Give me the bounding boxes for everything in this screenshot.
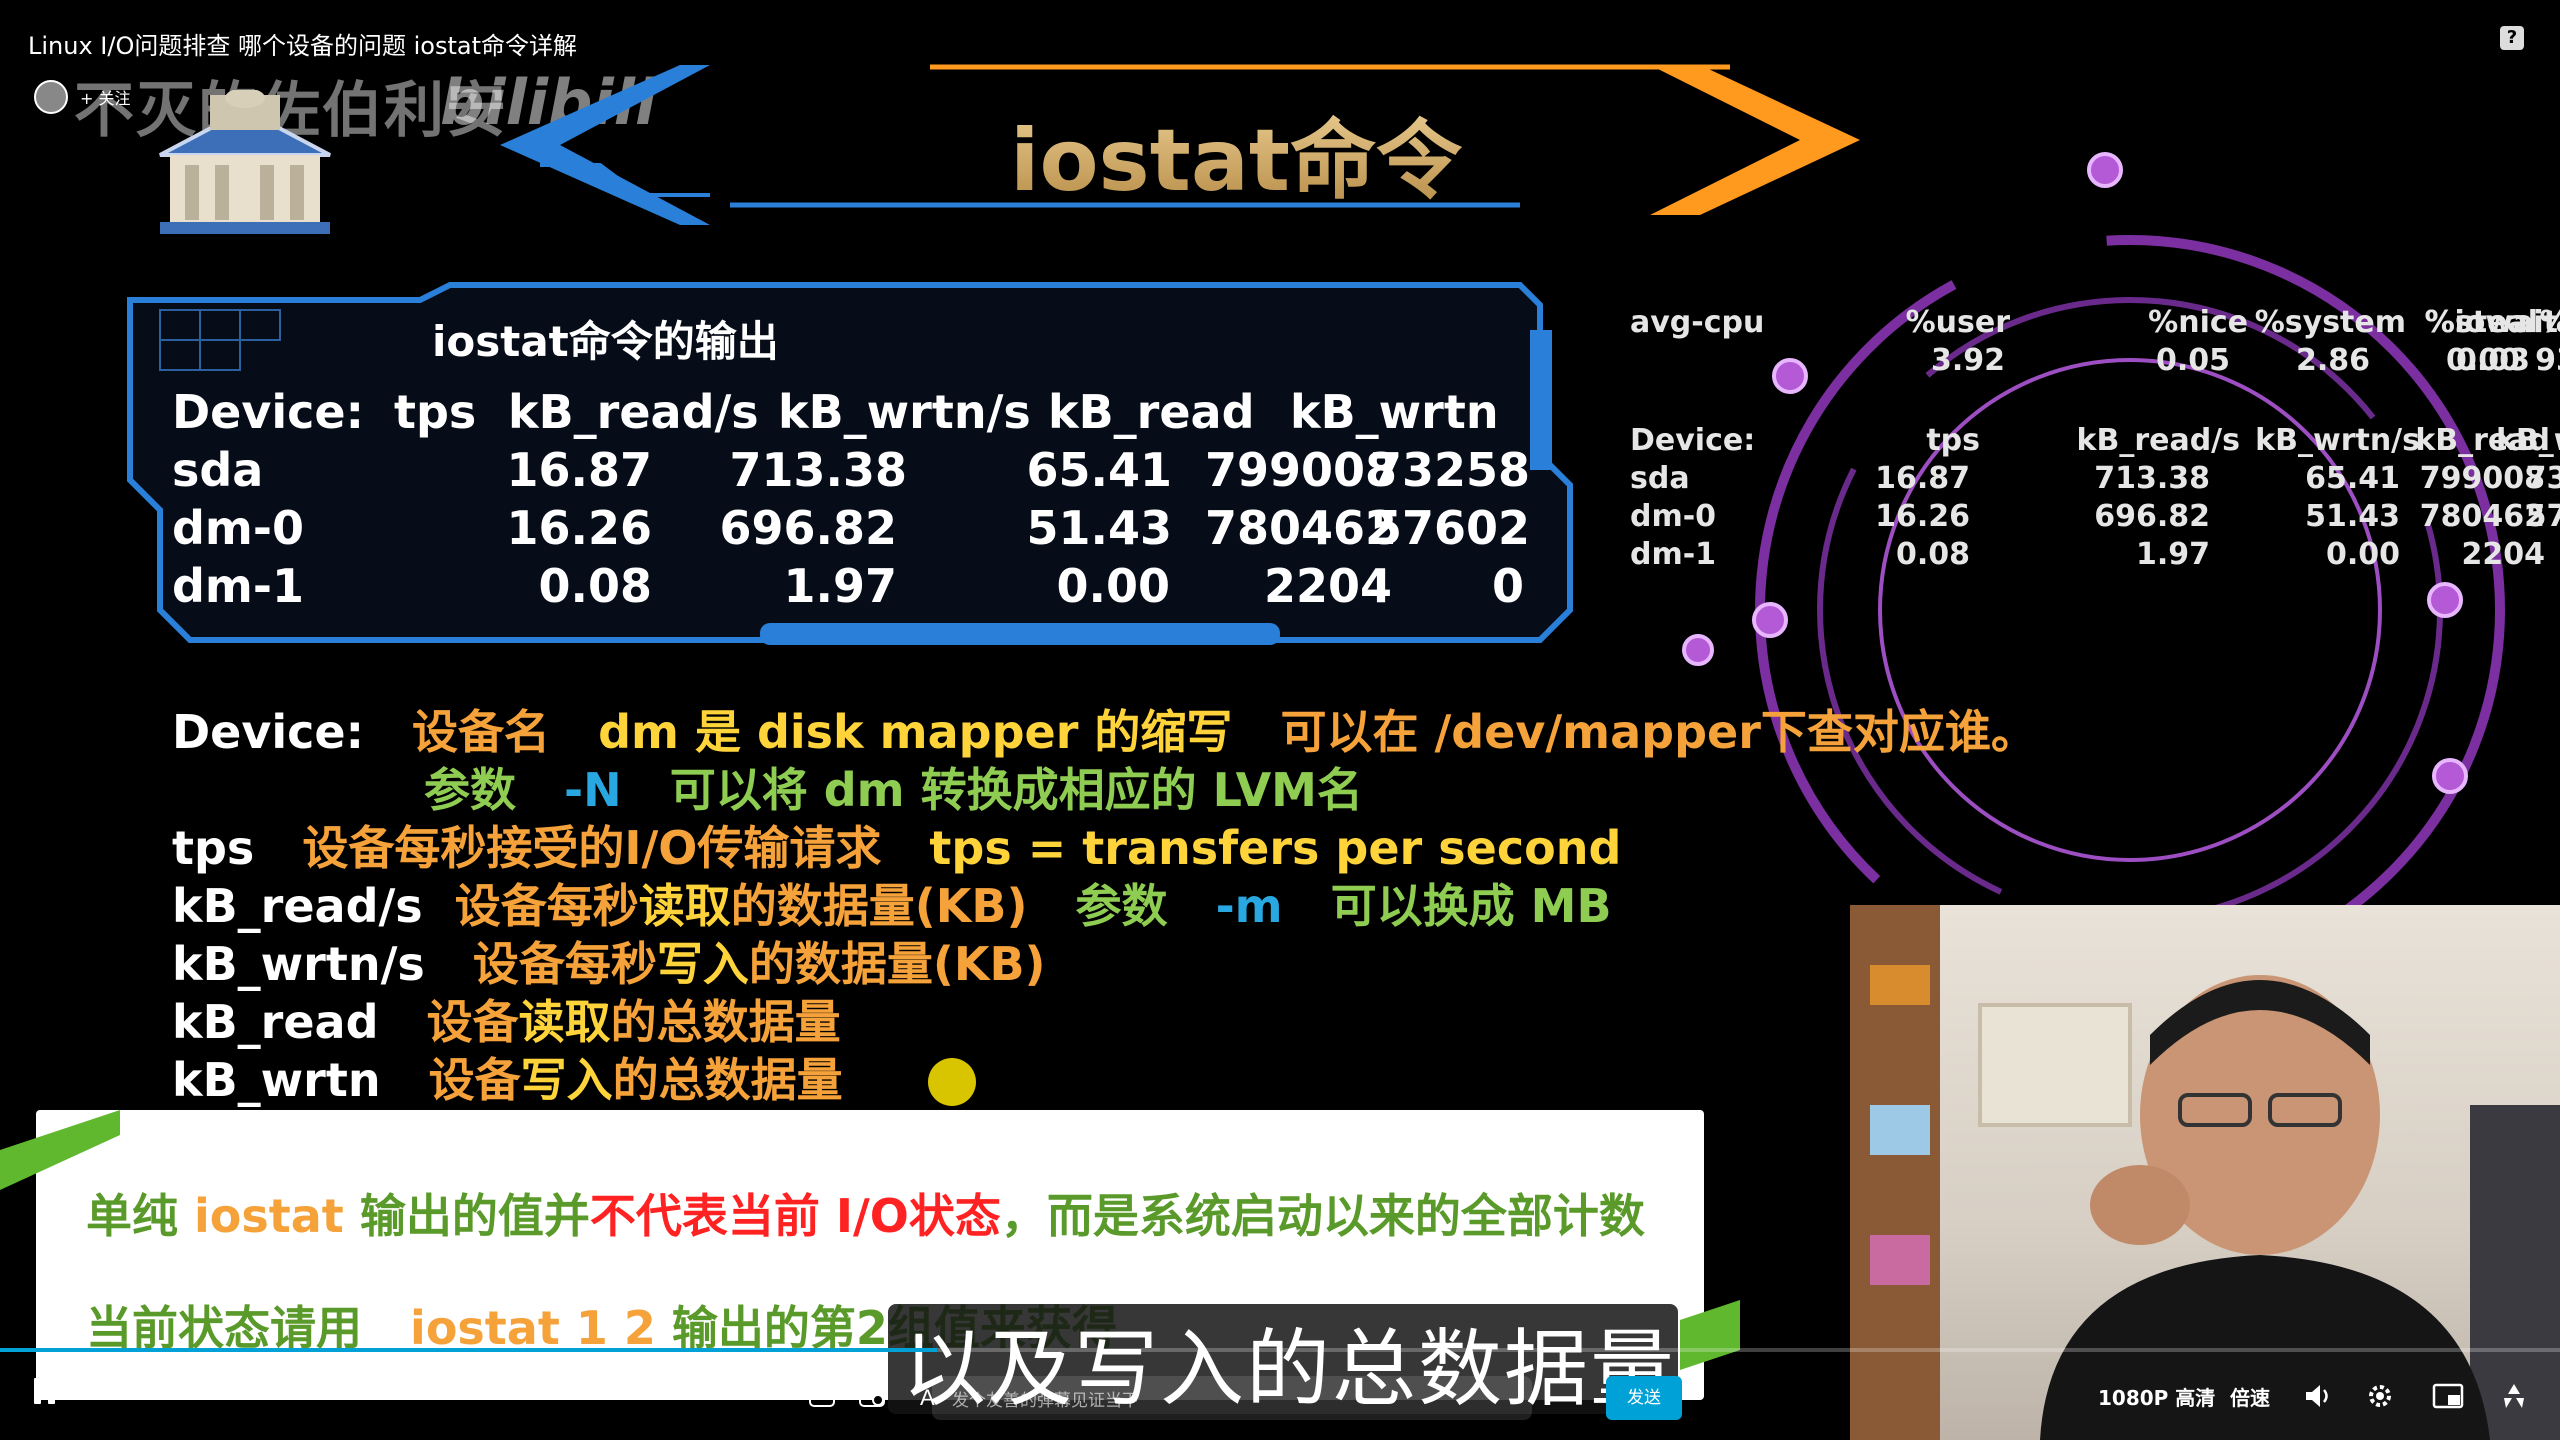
explanation-read: kB_read 设备读取的总数据量 xyxy=(172,986,841,1052)
speed-button[interactable]: 倍速 xyxy=(2230,1382,2270,1411)
dev-cell: dm-0 xyxy=(1630,499,1717,534)
term-label: kB_read xyxy=(172,995,379,1049)
table-cell: 73258 xyxy=(1369,443,1530,497)
table-subtitle: iostat命令的输出 xyxy=(432,317,779,366)
note-line-1: 单纯 iostat 输出的值并不代表当前 I/O状态，而是系统启动以来的全部计数 xyxy=(86,1180,1645,1246)
table-header-cell: kB_wrtn/s xyxy=(778,385,1031,439)
danmaku-settings-icon[interactable] xyxy=(858,1382,886,1410)
term-desc: 设备每秒接受的I/O传输请求 xyxy=(302,821,882,875)
follow-button[interactable]: + 关注 xyxy=(80,85,131,109)
term-desc: 设备名 xyxy=(412,705,551,759)
term-desc: 设备每秒 xyxy=(472,937,657,991)
explanation-readps: kB_read/s 设备每秒读取的数据量(KB) 参数 -m 可以换成 MB xyxy=(172,870,1612,936)
cpu-header-cell: %idle xyxy=(2430,305,2560,340)
term-desc: 设备 xyxy=(428,1053,521,1107)
progress-fill xyxy=(0,1348,937,1352)
term-desc: 的数据量(KB) xyxy=(748,937,1046,991)
explanation-tps: tps 设备每秒接受的I/O传输请求 tps = transfers per s… xyxy=(172,812,1621,878)
term-desc: 的总数据量 xyxy=(612,1053,843,1107)
term-label: kB_wrtn/s xyxy=(172,937,425,991)
term-label: Device: xyxy=(172,705,364,759)
dev-header-cell: kB_wrtn xyxy=(2495,423,2560,458)
iostat-output-table: Device: tps kB_read/s kB_wrtn/s kB_read … xyxy=(172,385,1530,615)
param-desc: 可以将 dm 转换成相应的 LVM名 xyxy=(669,763,1363,817)
param-label: 参数 xyxy=(424,763,516,817)
term-desc: 的总数据量 xyxy=(610,995,841,1049)
dev-cell: 57602 xyxy=(2525,499,2560,534)
table-header-cell: Device: xyxy=(172,385,364,439)
term-label: kB_wrtn xyxy=(172,1053,381,1107)
dev-header-cell: Device: xyxy=(1630,423,1756,458)
explanation-param: 参数 -N 可以将 dm 转换成相应的 LVM名 xyxy=(424,754,1363,820)
table-cell: sda xyxy=(172,443,264,497)
term-label: tps xyxy=(172,821,255,875)
font-style-icon[interactable]: A xyxy=(916,1384,942,1410)
dev-cell: sda xyxy=(1630,461,1690,496)
table-header-cell: kB_wrtn xyxy=(1290,385,1499,439)
term-desc: 的数据量(KB) xyxy=(730,879,1028,933)
avatar[interactable] xyxy=(34,80,68,114)
presenter-video xyxy=(1850,905,2560,1440)
table-cell: 0 xyxy=(1491,559,1524,613)
note-text: ，而是系统启动以来的全部计数 xyxy=(1000,1189,1645,1243)
term-desc: dm 是 disk mapper 的缩写 xyxy=(598,705,1233,759)
quality-button[interactable]: 1080P 高清 xyxy=(2098,1382,2215,1411)
slide-title: iostat命令 xyxy=(1010,90,1462,215)
dev-cell: 0 xyxy=(2400,537,2560,572)
explanation-wrtnps: kB_wrtn/s 设备每秒写入的数据量(KB) xyxy=(172,928,1046,994)
temple-icon xyxy=(159,90,331,234)
term-desc-highlight: 写入 xyxy=(520,1053,613,1107)
table-cell: dm-1 xyxy=(172,559,304,613)
iostat-raw-output: avg-cpu %user %nice %system %iowait %ste… xyxy=(1630,305,2560,585)
note-cmd: iostat xyxy=(194,1189,344,1243)
note-text: 输出的值并 xyxy=(359,1189,590,1243)
explanation-wrtn: kB_wrtn 设备写入的总数据量 xyxy=(172,1044,843,1110)
note-cmd: iostat 1 2 xyxy=(410,1301,656,1355)
explanation-device: Device: 设备名 dm 是 disk mapper 的缩写 可以在 /de… xyxy=(172,696,2037,762)
danmaku-toggle-icon[interactable] xyxy=(808,1382,836,1410)
term-desc-highlight: 读取 xyxy=(518,995,611,1049)
table-cell: dm-0 xyxy=(172,501,304,555)
settings-gear-icon[interactable] xyxy=(2364,1380,2396,1412)
webcam-overlay xyxy=(1850,905,2560,1440)
help-icon[interactable]: ? xyxy=(2500,26,2524,50)
dev-cell: 73258 xyxy=(2525,461,2560,496)
param-flag: -N xyxy=(564,763,622,817)
svg-text:A: A xyxy=(920,1385,935,1410)
cpu-header-cell: avg-cpu xyxy=(1630,305,1765,340)
param-label: 参数 xyxy=(1075,879,1168,933)
term-formula: tps = transfers per second xyxy=(929,821,1622,875)
term-label: kB_read/s xyxy=(172,879,423,933)
note-accent-right xyxy=(1680,1300,1740,1370)
picture-in-picture-icon[interactable] xyxy=(2432,1380,2466,1412)
term-desc-highlight: 写入 xyxy=(656,937,749,991)
term-desc: 设备每秒 xyxy=(454,879,639,933)
danmaku-placeholder: 发个友善的弹幕见证当下 xyxy=(952,1391,1139,1411)
param-flag: -m xyxy=(1215,879,1283,933)
current-time: 08:23 xyxy=(98,1382,147,1402)
volume-icon[interactable] xyxy=(2302,1380,2334,1412)
term-desc: 可以在 /dev/mapper下查对应谁。 xyxy=(1280,705,2037,759)
table-cell: 57602 xyxy=(1369,501,1530,555)
table-header-cell: kB_read xyxy=(1048,385,1255,439)
duration: 22:55 xyxy=(163,1382,213,1402)
cursor-highlight xyxy=(928,1058,976,1106)
send-danmaku-button[interactable]: 发送 xyxy=(1606,1376,1682,1420)
term-desc-highlight: 读取 xyxy=(638,879,731,933)
cpu-value-cell: 93.14 xyxy=(2535,343,2560,378)
param-desc: 可以换成 MB xyxy=(1330,879,1612,933)
time-display: 08:23 / 22:55 xyxy=(98,1382,213,1402)
note-text: 当前状态请用 xyxy=(86,1301,362,1355)
uploader-follow[interactable]: + 关注 xyxy=(34,80,131,114)
note-highlight: 不代表当前 I/O状态 xyxy=(589,1189,1001,1243)
term-desc: 设备 xyxy=(426,995,519,1049)
fullscreen-exit-icon[interactable] xyxy=(2498,1380,2530,1412)
dev-cell: dm-1 xyxy=(1630,537,1717,572)
pause-button[interactable] xyxy=(34,1378,58,1406)
note-text: 单纯 xyxy=(86,1189,178,1243)
